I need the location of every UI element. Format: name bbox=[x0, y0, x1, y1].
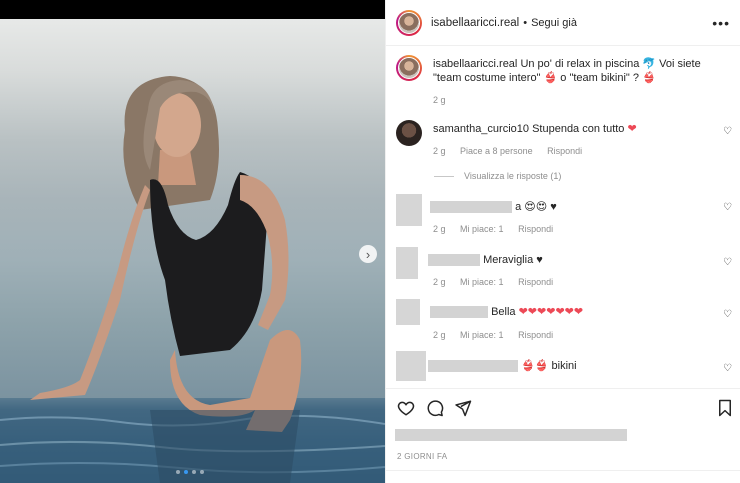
redacted-username bbox=[428, 254, 480, 267]
view-replies-label[interactable]: Visualizza le risposte (1) bbox=[464, 171, 561, 181]
commenter-avatar[interactable] bbox=[396, 247, 418, 279]
comment-emoji: ♥ bbox=[550, 201, 557, 213]
comment-body: a 😍😍 ♥ bbox=[430, 200, 715, 214]
like-comment-icon[interactable]: ♡ bbox=[723, 363, 732, 374]
comment-likes[interactable]: Mi piace: 1 bbox=[460, 224, 504, 234]
caption-age: 2 g bbox=[433, 95, 446, 105]
carousel-dot-active bbox=[184, 470, 188, 474]
post-header: isabellaaricci.real • Segui già ••• bbox=[386, 0, 740, 46]
add-comment-bar[interactable] bbox=[386, 470, 740, 483]
comment-text: a 😍😍 bbox=[515, 201, 548, 213]
comment-text: Meraviglia bbox=[483, 254, 534, 266]
comment-likes[interactable]: Piace a 8 persone bbox=[460, 146, 533, 156]
chevron-right-icon: › bbox=[365, 246, 371, 262]
comment-meta: 2 g Mi piace: 1 Rispondi bbox=[433, 224, 565, 234]
comment-age: 2 g bbox=[433, 146, 446, 156]
comment-text: Bella bbox=[491, 306, 516, 318]
post-sidebar: isabellaaricci.real • Segui già ••• isab… bbox=[385, 0, 740, 483]
comment-body: samantha_curcio10 Stupenda con tutto ❤ bbox=[433, 122, 718, 136]
comment-icon[interactable] bbox=[426, 399, 444, 417]
carousel-dot bbox=[176, 470, 180, 474]
reply-button[interactable]: Rispondi bbox=[518, 277, 553, 287]
comment-body: Bella ❤❤❤❤❤❤❤ bbox=[430, 305, 715, 319]
reply-button[interactable]: Rispondi bbox=[547, 146, 582, 156]
comment-body: Meraviglia ♥ bbox=[428, 253, 713, 267]
like-comment-icon[interactable]: ♡ bbox=[723, 257, 732, 268]
comment-age: 2 g bbox=[433, 224, 446, 234]
author-avatar[interactable] bbox=[396, 9, 422, 36]
caption-meta: 2 g bbox=[433, 95, 458, 105]
comment-age: 2 g bbox=[433, 277, 446, 287]
commenter-avatar[interactable] bbox=[396, 120, 422, 146]
commenter-avatar[interactable] bbox=[396, 351, 426, 381]
redacted-username bbox=[428, 360, 518, 373]
like-comment-icon[interactable]: ♡ bbox=[723, 309, 732, 320]
action-bar bbox=[386, 388, 740, 428]
caption-avatar[interactable] bbox=[396, 55, 422, 81]
header-separator: • bbox=[523, 16, 528, 29]
author-username[interactable]: isabellaaricci.real bbox=[431, 17, 519, 29]
post-time: 2 GIORNI FA bbox=[397, 452, 448, 461]
photo-illustration bbox=[0, 76, 385, 483]
comments-list[interactable]: isabellaaricci.real Un po' di relax in p… bbox=[386, 47, 740, 387]
comment-age: 2 g bbox=[433, 330, 446, 340]
next-photo-button[interactable]: › bbox=[359, 245, 377, 263]
post-photo[interactable]: › bbox=[0, 0, 385, 483]
reply-button[interactable]: Rispondi bbox=[518, 224, 553, 234]
replies-line bbox=[434, 175, 454, 177]
caption-body: isabellaaricci.real Un po' di relax in p… bbox=[433, 57, 718, 85]
like-comment-icon[interactable]: ♡ bbox=[723, 126, 732, 137]
comment-body: 👙👙 bikini bbox=[428, 359, 713, 373]
comment-meta: 2 g Piace a 8 persone Rispondi bbox=[433, 146, 594, 156]
reply-button[interactable]: Rispondi bbox=[518, 330, 553, 340]
commenter-avatar[interactable] bbox=[396, 299, 420, 325]
comment-likes[interactable]: Mi piace: 1 bbox=[460, 277, 504, 287]
follow-button[interactable]: Segui già bbox=[531, 17, 577, 29]
commenter-avatar[interactable] bbox=[396, 194, 422, 226]
carousel-dots bbox=[176, 470, 204, 474]
carousel-dot bbox=[200, 470, 204, 474]
comment-emoji: 👙👙 bbox=[521, 360, 549, 372]
caption-username[interactable]: isabellaaricci.real bbox=[433, 58, 517, 70]
redacted-username bbox=[430, 306, 488, 319]
view-replies[interactable]: Visualizza le risposte (1) bbox=[434, 171, 561, 181]
comment-likes[interactable]: Mi piace: 1 bbox=[460, 330, 504, 340]
like-comment-icon[interactable]: ♡ bbox=[723, 202, 732, 213]
comment-text: Stupenda con tutto bbox=[532, 123, 625, 135]
redacted-likes-count bbox=[395, 429, 627, 441]
redacted-username bbox=[430, 201, 512, 214]
comment-emoji: ❤❤❤❤❤❤❤ bbox=[518, 306, 584, 318]
comment-meta: 2 g Mi piace: 1 Rispondi bbox=[433, 330, 565, 340]
more-options-icon[interactable]: ••• bbox=[712, 15, 730, 31]
carousel-dot bbox=[192, 470, 196, 474]
comment-meta: 2 g Mi piace: 1 Rispondi bbox=[433, 277, 565, 287]
comment-username[interactable]: samantha_curcio10 bbox=[433, 123, 529, 135]
comment-emoji: ♥ bbox=[536, 254, 543, 266]
comment-text: bikini bbox=[551, 360, 577, 372]
send-icon[interactable] bbox=[454, 399, 472, 417]
heart-icon[interactable] bbox=[397, 399, 415, 417]
bookmark-icon[interactable] bbox=[717, 399, 733, 417]
comment-emoji: ❤ bbox=[627, 123, 637, 135]
